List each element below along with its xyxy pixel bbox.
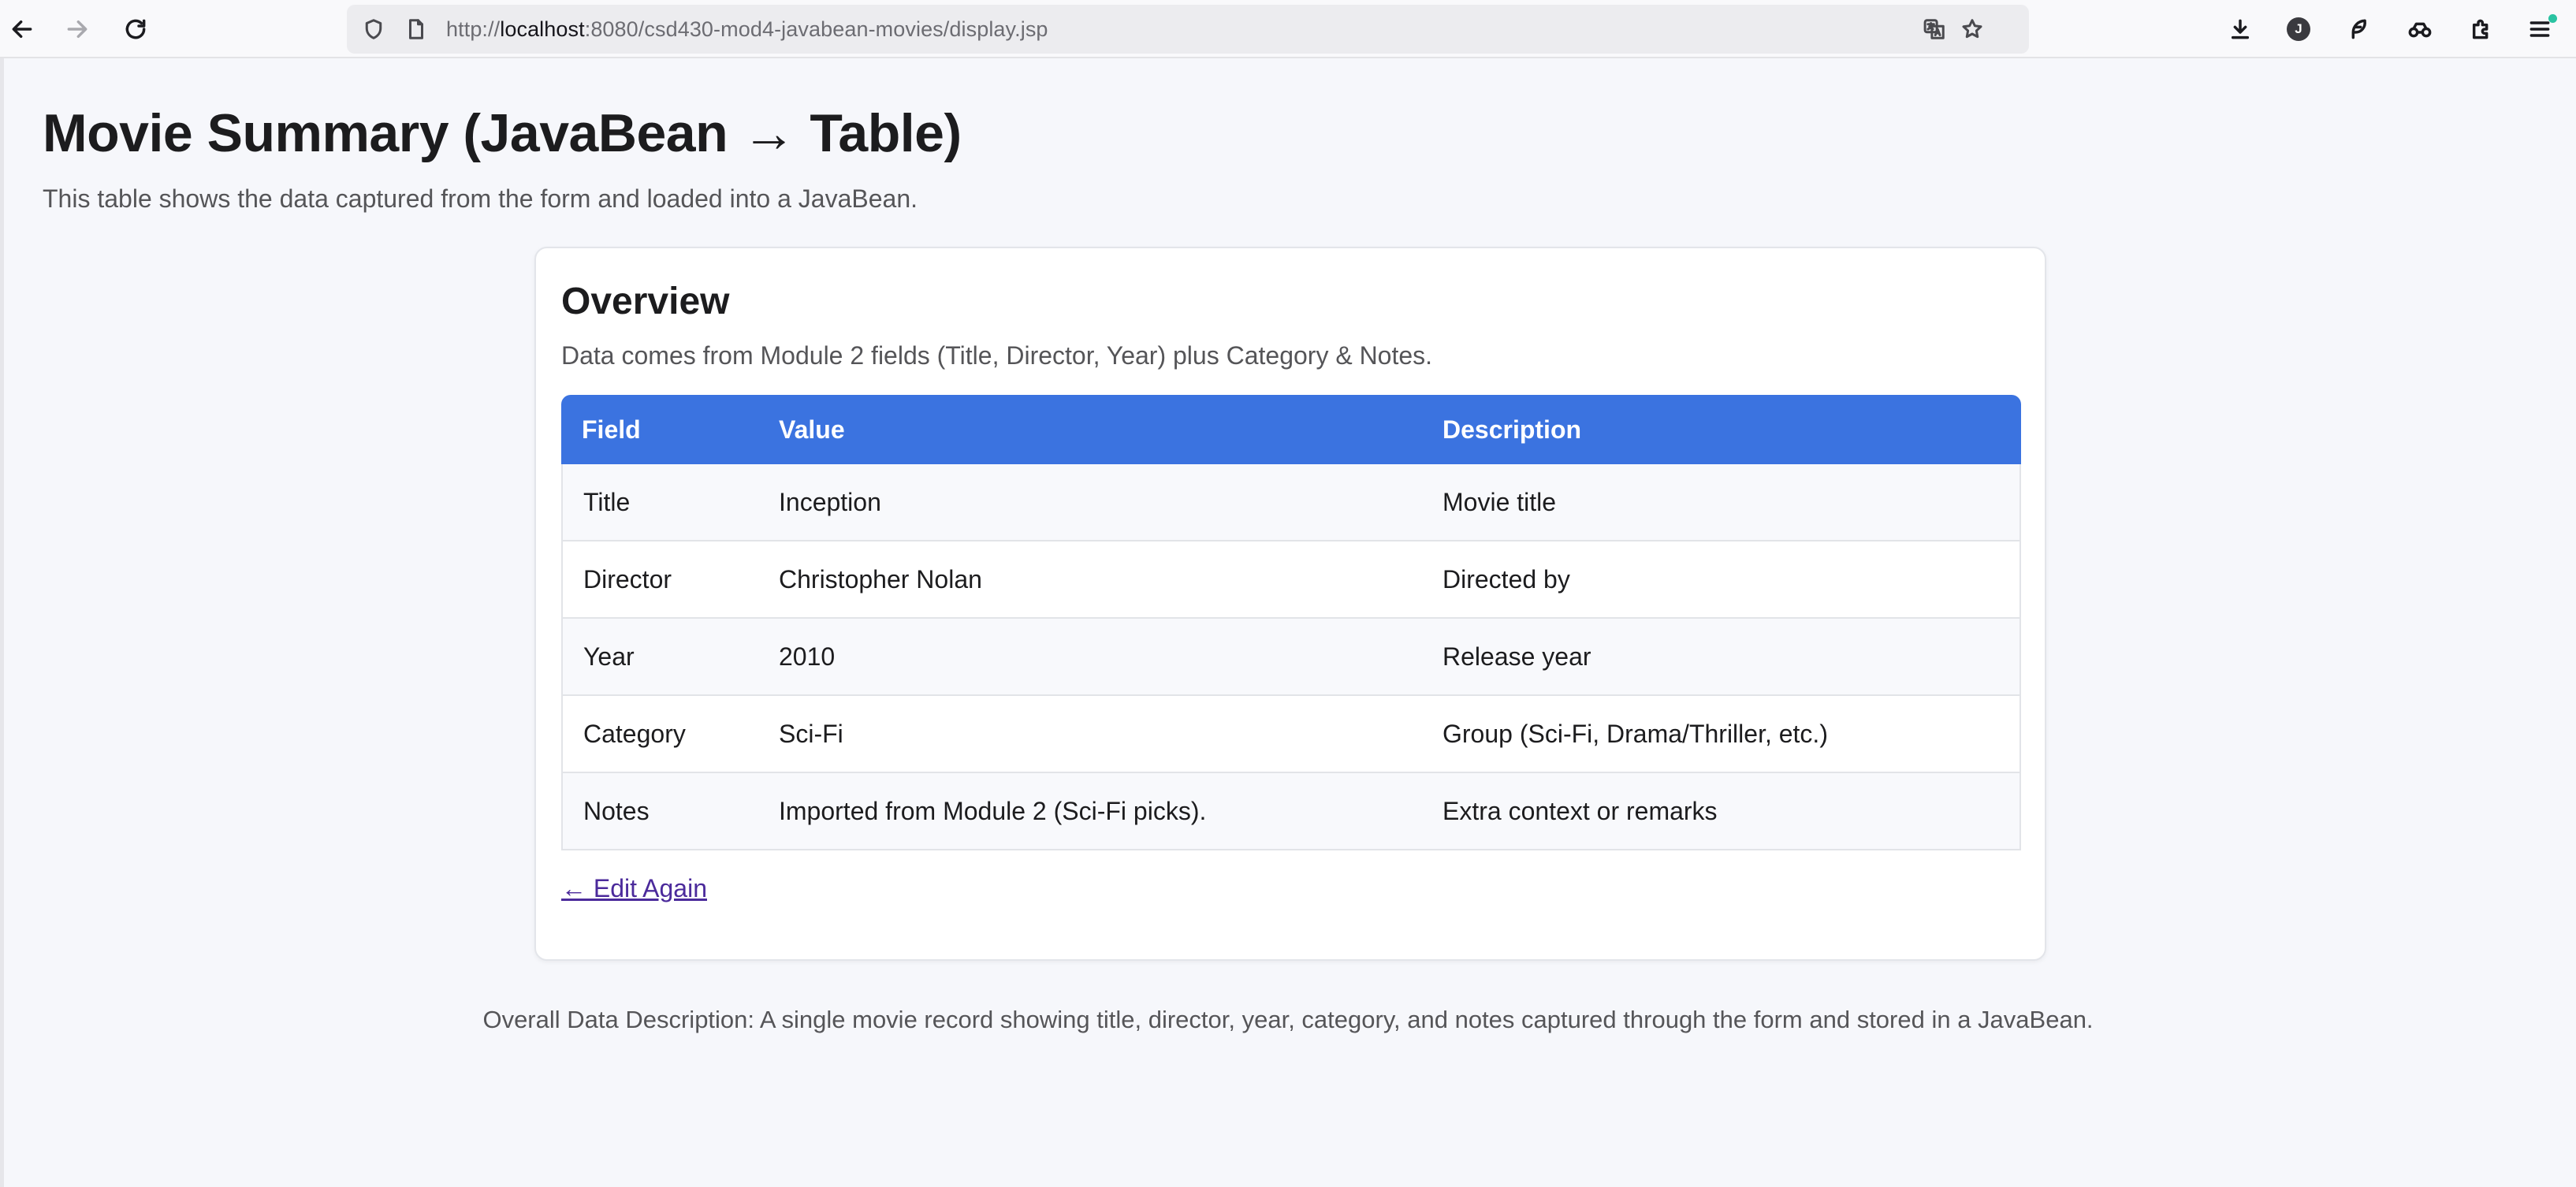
cell-field: Notes [561, 773, 758, 850]
url-scheme: http:// [446, 17, 501, 41]
back-button[interactable] [3, 10, 41, 48]
account-button[interactable]: J [2280, 10, 2317, 48]
table-row: Category Sci-Fi Group (Sci-Fi, Drama/Thr… [561, 696, 2021, 773]
table-header-row: Field Value Description [561, 395, 2021, 464]
table-row: Title Inception Movie title [561, 464, 2021, 541]
cell-value: 2010 [758, 619, 1422, 696]
cell-value: Sci-Fi [758, 696, 1422, 773]
overview-card: Overview Data comes from Module 2 fields… [534, 247, 2046, 961]
browser-toolbar: http://localhost:8080/csd430-mod4-javabe… [0, 0, 2576, 58]
extension-feather-button[interactable] [2340, 10, 2377, 48]
shield-icon[interactable] [361, 17, 386, 42]
url-host: localhost [500, 17, 585, 41]
cell-field: Title [561, 464, 758, 541]
update-badge [2548, 14, 2557, 23]
tracking-icon [2408, 22, 2432, 38]
forward-button[interactable] [58, 10, 96, 48]
page-title: Movie Summary (JavaBean → Table) [43, 103, 962, 163]
column-header-field: Field [561, 395, 758, 464]
url-text[interactable]: http://localhost:8080/csd430-mod4-javabe… [446, 5, 1048, 54]
extensions-puzzle-icon [2472, 19, 2489, 39]
extensions-button[interactable] [2462, 10, 2500, 48]
overall-data-description: Overall Data Description: A single movie… [482, 1006, 2094, 1033]
card-description: Data comes from Module 2 fields (Title, … [561, 341, 1433, 370]
edit-again-link[interactable]: ← Edit Again [561, 874, 707, 903]
tracking-button[interactable] [2401, 10, 2439, 48]
cell-value: Inception [758, 464, 1422, 541]
column-header-description: Description [1422, 395, 2021, 464]
page-icon[interactable] [404, 17, 429, 42]
url-path: :8080/csd430-mod4-javabean-movies/displa… [584, 17, 1048, 41]
cell-description: Extra context or remarks [1422, 773, 2021, 850]
cell-value: Christopher Nolan [758, 541, 1422, 619]
account-icon: J [2287, 17, 2310, 41]
cell-field: Year [561, 619, 758, 696]
cell-description: Movie title [1422, 464, 2021, 541]
column-header-value: Value [758, 395, 1422, 464]
table-row: Director Christopher Nolan Directed by [561, 541, 2021, 619]
table-row: Notes Imported from Module 2 (Sci-Fi pic… [561, 773, 2021, 850]
extension-feather-icon [2351, 19, 2366, 39]
cell-field: Category [561, 696, 758, 773]
cell-description: Group (Sci-Fi, Drama/Thriller, etc.) [1422, 696, 2021, 773]
back-icon [12, 20, 32, 39]
page-subtitle: This table shows the data captured from … [43, 184, 918, 213]
bookmark-star-icon[interactable] [1960, 17, 1985, 42]
reload-icon [125, 19, 146, 39]
card-title: Overview [561, 281, 730, 322]
cell-value: Imported from Module 2 (Sci-Fi picks). [758, 773, 1422, 850]
table-row: Year 2010 Release year [561, 619, 2021, 696]
translate-icon[interactable] [1922, 17, 1947, 42]
downloads-button[interactable] [2221, 10, 2259, 48]
cell-field: Director [561, 541, 758, 619]
cell-description: Release year [1422, 619, 2021, 696]
cell-description: Directed by [1422, 541, 2021, 619]
download-icon [2231, 19, 2250, 39]
movie-table: Field Value Description Title Inception … [561, 395, 2021, 850]
address-bar[interactable]: http://localhost:8080/csd430-mod4-javabe… [347, 5, 2029, 54]
reload-button[interactable] [117, 10, 154, 48]
forward-icon [67, 20, 87, 39]
